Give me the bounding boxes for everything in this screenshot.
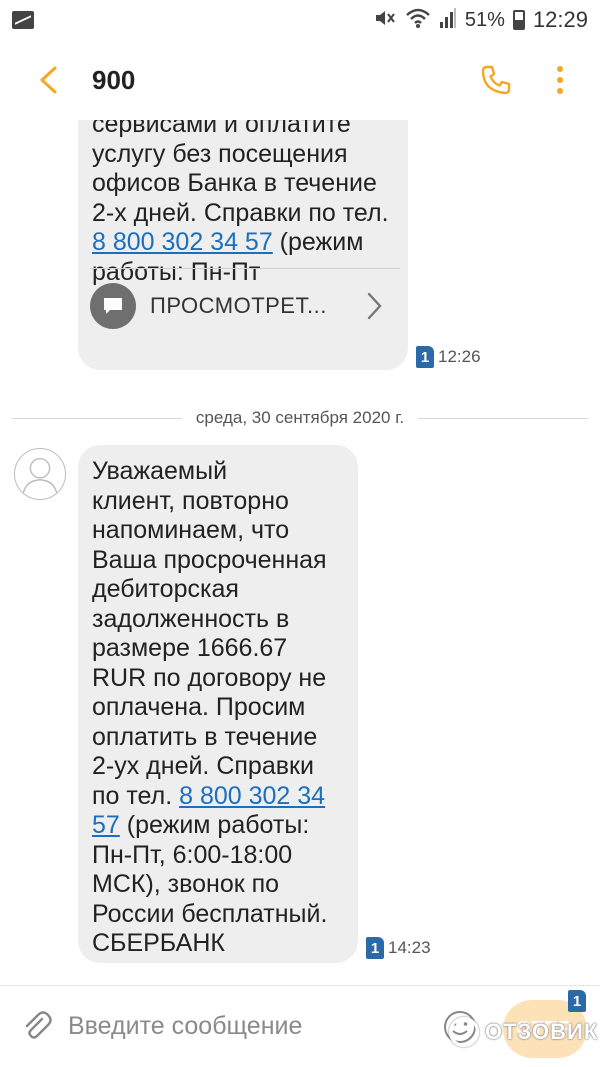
person-icon — [21, 457, 59, 497]
battery-icon — [512, 10, 525, 30]
battery-percent: 51% — [464, 8, 505, 31]
status-time: 12:29 — [532, 7, 588, 32]
chevron-right-icon — [362, 290, 386, 322]
phone-icon[interactable] — [476, 60, 516, 100]
date-separator-text: среда, 30 сентября 2020 г. — [195, 408, 405, 427]
view-link-preview[interactable]: ПРОСМОТРЕТ... — [90, 276, 400, 336]
message-text-previous: сервисами и оплатите услугу без посещени… — [92, 120, 389, 286]
date-separator: среда, 30 сентября 2020 г. — [12, 408, 588, 428]
bubble-divider — [90, 268, 400, 269]
message-preview-icon — [90, 283, 136, 329]
paperclip-icon[interactable] — [12, 1002, 62, 1052]
message-meta-current: 1 14:23 — [366, 937, 431, 959]
message-meta-previous: 1 12:26 — [416, 346, 481, 368]
conversation-title: 900 — [92, 64, 136, 95]
phone-link[interactable]: 8 800 302 34 — [179, 782, 325, 810]
phone-link[interactable]: 8 800 302 34 57 — [92, 228, 273, 256]
wifi-icon — [405, 7, 431, 34]
message-list[interactable]: сервисами и оплатите услугу без посещени… — [0, 120, 600, 985]
watermark: ОТЗОВИК — [449, 1012, 598, 1052]
mute-icon — [373, 7, 397, 34]
message-bubble-current[interactable]: Уважаемый клиент, повторно напоминаем, ч… — [78, 445, 358, 963]
signal-icon — [439, 7, 457, 34]
app-bar: 900 — [0, 40, 600, 120]
sim-badge: 1 — [416, 346, 434, 368]
message-text-current: Уважаемый клиент, повторно напоминаем, ч… — [92, 457, 328, 957]
more-vertical-icon[interactable] — [540, 60, 580, 100]
contact-avatar[interactable] — [14, 448, 66, 500]
activity-notification-icon — [12, 11, 34, 29]
message-input[interactable] — [68, 1001, 438, 1052]
message-bubble-previous[interactable]: сервисами и оплатите услугу без посещени… — [78, 120, 408, 370]
watermark-logo-icon — [449, 1017, 479, 1047]
phone-link-continued[interactable]: 57 — [92, 811, 120, 839]
send-sim-badge[interactable]: 1 — [568, 990, 586, 1012]
message-time: 12:26 — [438, 347, 481, 366]
sim-badge: 1 — [366, 937, 384, 959]
back-arrow-icon[interactable] — [18, 50, 78, 110]
view-label: ПРОСМОТРЕТ... — [150, 293, 327, 319]
message-time: 14:23 — [388, 938, 431, 957]
status-bar: 51% 12:29 — [0, 0, 600, 40]
